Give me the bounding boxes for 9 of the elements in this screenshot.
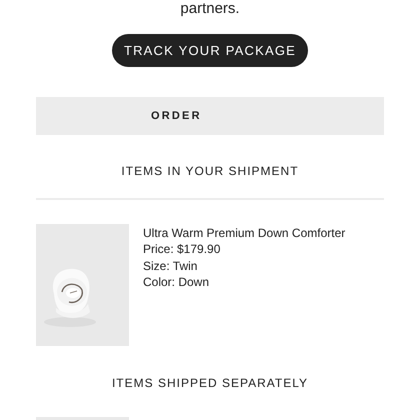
intro-text: partners. [180, 0, 240, 17]
product-name: Ultra Warm Premium Down Comforter [143, 225, 346, 242]
track-package-button[interactable]: TRACK YOUR PACKAGE [112, 34, 308, 67]
section-heading: ITEMS IN YOUR SHIPMENT [121, 164, 299, 178]
product-size: Size: Twin [143, 258, 198, 274]
product-color: Color: Down [143, 274, 210, 290]
section-heading: ITEMS SHIPPED SEPARATELY [112, 376, 308, 390]
order-label: ORDER [151, 110, 202, 122]
product-price: Price: $179.90 [143, 241, 222, 258]
